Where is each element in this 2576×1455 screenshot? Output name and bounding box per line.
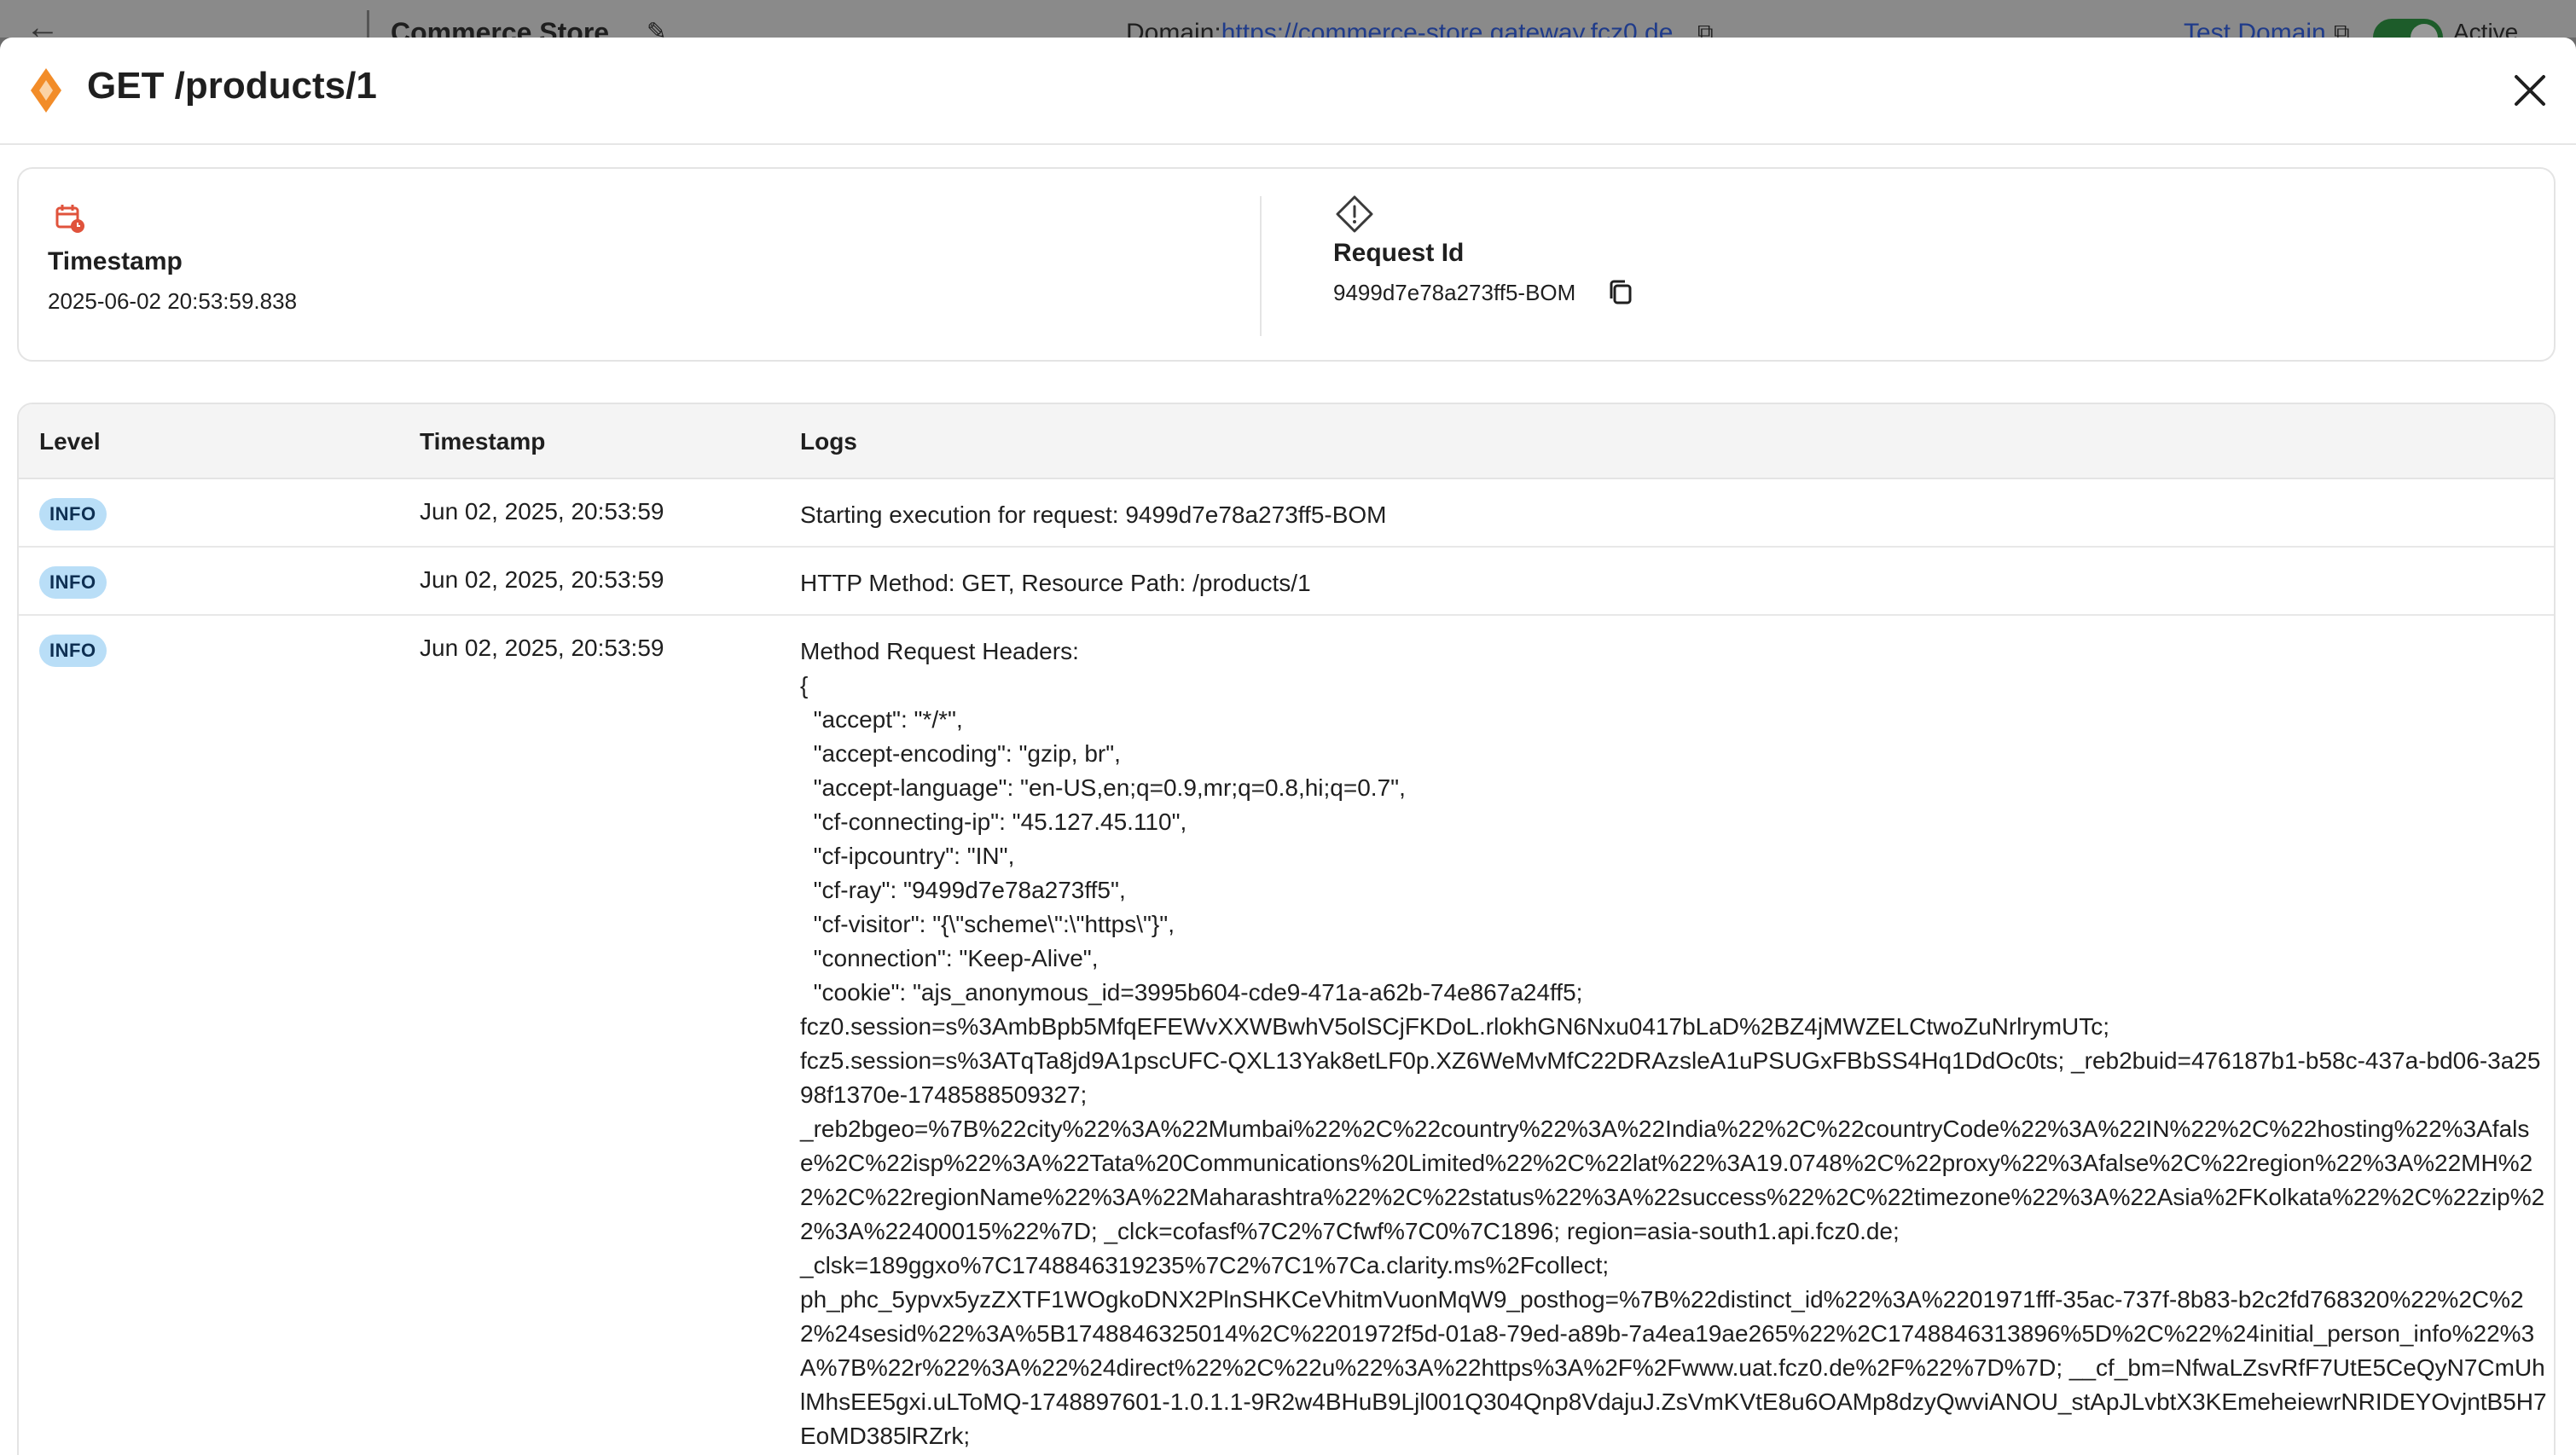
table-row: INFO Jun 02, 2025, 20:53:59 HTTP Method:… (19, 548, 2554, 616)
column-header-logs: Logs (800, 428, 857, 455)
background-header: ← Commerce Store ✎ Domain:https://commer… (0, 0, 2576, 38)
active-toggle (2373, 19, 2443, 38)
copy-domain-icon: ⧉ (1697, 19, 1714, 38)
copy-icon[interactable] (1606, 278, 1635, 307)
row-log-message: Method Request Headers: { "accept": "*/*… (800, 638, 2547, 1449)
row-log-message: Starting execution for request: 9499d7e7… (800, 501, 1387, 528)
copy-test-domain-icon: ⧉ (2334, 19, 2350, 38)
back-arrow-icon: ← (26, 9, 60, 38)
modal-header: GET /products/1 (0, 38, 2576, 145)
level-badge: INFO (39, 498, 107, 530)
modal-title: GET /products/1 (87, 65, 377, 107)
store-name: Commerce Store (391, 17, 610, 38)
column-header-level: Level (39, 428, 101, 455)
calendar-clock-icon (55, 205, 84, 233)
test-domain-link: Test Domain (2184, 19, 2326, 38)
request-id-label: Request Id (1333, 239, 1465, 267)
active-label: Active (2453, 19, 2519, 38)
row-timestamp: Jun 02, 2025, 20:53:59 (420, 635, 664, 661)
domain-link: https://commerce-store.gateway.fcz0.de (1221, 19, 1674, 38)
level-badge: INFO (39, 635, 107, 667)
table-row: INFO Jun 02, 2025, 20:53:59 Starting exe… (19, 479, 2554, 548)
row-timestamp: Jun 02, 2025, 20:53:59 (420, 566, 664, 593)
timestamp-label: Timestamp (48, 247, 183, 275)
request-id-value: 9499d7e78a273ff5-BOM (1333, 280, 1576, 305)
request-id-section: Request Id 9499d7e78a273ff5-BOM (1262, 169, 2554, 360)
timestamp-section: Timestamp 2025-06-02 20:53:59.838 (19, 169, 1260, 360)
method-diamond-icon (31, 68, 61, 113)
request-detail-modal: GET /products/1 Timestamp 2025-06-02 20:… (0, 38, 2576, 1455)
request-summary-card: Timestamp 2025-06-02 20:53:59.838 Reques… (17, 167, 2556, 362)
table-row: INFO Jun 02, 2025, 20:53:59 Method Reque… (19, 616, 2554, 1455)
row-timestamp: Jun 02, 2025, 20:53:59 (420, 498, 664, 525)
domain-label: Domain: (1126, 19, 1221, 38)
logs-table-header: Level Timestamp Logs (19, 404, 2554, 479)
level-badge: INFO (39, 566, 107, 599)
header-divider (367, 10, 369, 38)
column-header-timestamp: Timestamp (420, 428, 546, 455)
row-log-message: HTTP Method: GET, Resource Path: /produc… (800, 570, 1311, 596)
alert-diamond-icon (1336, 195, 1373, 233)
domain-info: Domain:https://commerce-store.gateway.fc… (1126, 19, 1673, 38)
close-icon[interactable] (2506, 67, 2554, 114)
logs-table: Level Timestamp Logs INFO Jun 02, 2025, … (17, 403, 2556, 1455)
edit-icon: ✎ (647, 18, 667, 38)
timestamp-value: 2025-06-02 20:53:59.838 (48, 288, 298, 314)
